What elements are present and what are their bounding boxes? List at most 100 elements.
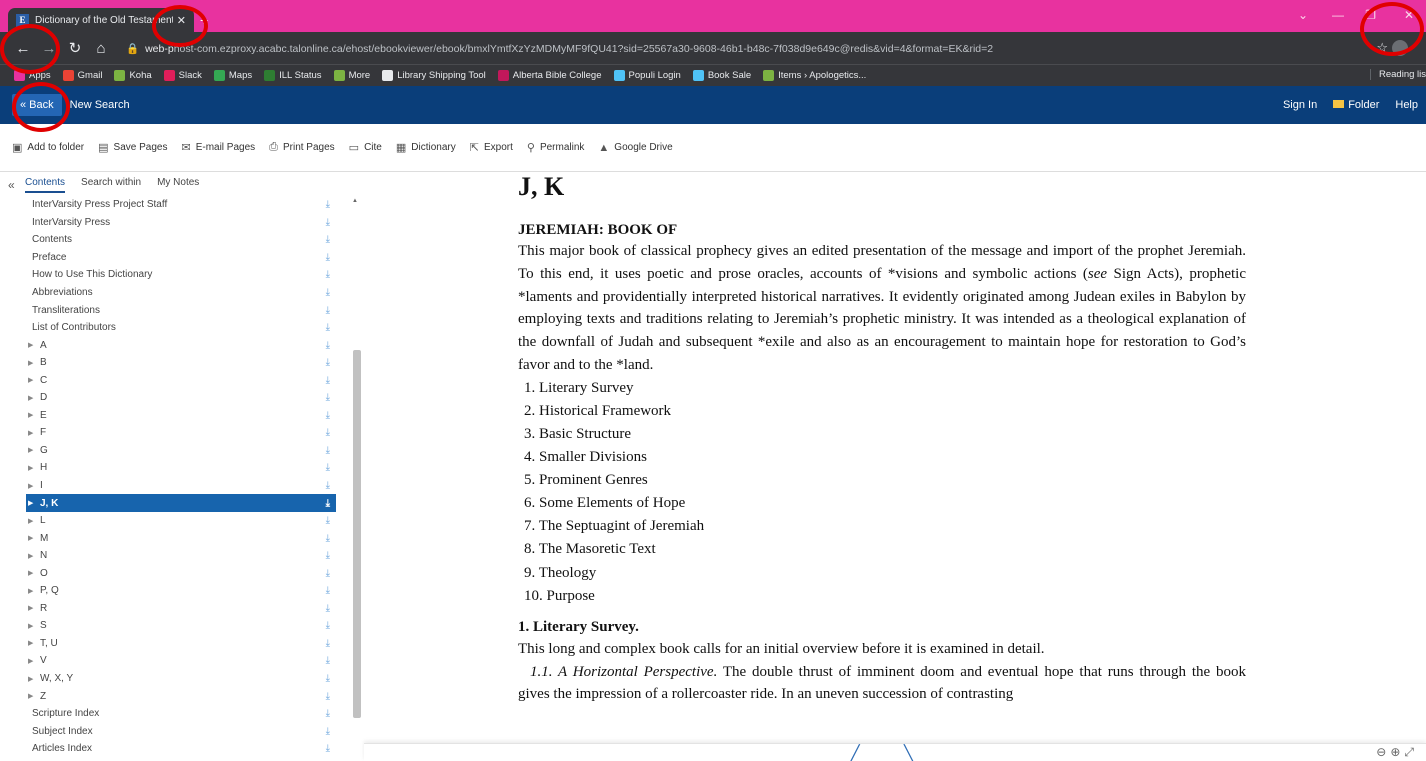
help-link[interactable]: Help <box>1395 99 1418 111</box>
toc-item[interactable]: ▶ A ⤓ <box>26 336 336 354</box>
folder-link[interactable]: Folder <box>1333 99 1379 111</box>
reading-list-button[interactable]: Reading lis <box>1370 69 1426 80</box>
expand-caret-icon[interactable]: ▶ <box>28 341 40 349</box>
toc-item[interactable]: InterVarsity Press Project Staff ⤓ <box>26 196 336 214</box>
toc-item[interactable]: ▶ F ⤓ <box>26 424 336 442</box>
toc-item[interactable]: ▶ O ⤓ <box>26 564 336 582</box>
tool-print-pages[interactable]: ⎙ Print Pages <box>269 141 335 154</box>
download-icon[interactable]: ⤓ <box>326 603 330 614</box>
download-icon[interactable]: ⤓ <box>326 357 330 368</box>
toc-item[interactable]: List of Contributors ⤓ <box>26 319 336 337</box>
toc-item[interactable]: ▶ C ⤓ <box>26 371 336 389</box>
reload-icon[interactable]: ↻ <box>64 39 86 57</box>
bookmark-item[interactable]: Book Sale <box>692 70 751 81</box>
expand-caret-icon[interactable]: ▶ <box>28 569 40 577</box>
download-icon[interactable]: ⤓ <box>326 252 330 263</box>
sign-in-link[interactable]: Sign In <box>1283 99 1317 111</box>
expand-caret-icon[interactable]: ▶ <box>28 394 40 402</box>
bookmark-item[interactable]: Alberta Bible College <box>497 70 602 81</box>
outline-item[interactable]: 5. Prominent Genres <box>524 469 1246 492</box>
bookmark-item[interactable]: Maps <box>213 70 252 81</box>
tab-search-icon[interactable]: ⌄ <box>1298 8 1308 22</box>
expand-caret-icon[interactable]: ▶ <box>28 534 40 542</box>
download-icon[interactable]: ⤓ <box>326 322 330 333</box>
toc-item[interactable]: Scripture Index ⤓ <box>26 705 336 723</box>
toc-item[interactable]: ▶ M ⤓ <box>26 529 336 547</box>
expand-caret-icon[interactable]: ▶ <box>28 675 40 683</box>
tab-search-within[interactable]: Search within <box>81 177 141 193</box>
download-icon[interactable]: ⤓ <box>326 638 330 649</box>
download-icon[interactable]: ⤓ <box>326 655 330 666</box>
download-icon[interactable]: ⤓ <box>326 550 330 561</box>
download-icon[interactable]: ⤓ <box>326 620 330 631</box>
download-icon[interactable]: ⤓ <box>326 427 330 438</box>
expand-caret-icon[interactable]: ▶ <box>28 464 40 472</box>
expand-caret-icon[interactable]: ▶ <box>28 499 40 507</box>
download-icon[interactable]: ⤓ <box>326 568 330 579</box>
tool-save-pages[interactable]: ▤ Save Pages <box>98 141 167 154</box>
download-icon[interactable]: ⤓ <box>326 199 330 210</box>
tool-add-to-folder[interactable]: ▣ Add to folder <box>12 141 84 154</box>
download-icon[interactable]: ⤓ <box>326 691 330 702</box>
download-icon[interactable]: ⤓ <box>326 234 330 245</box>
home-icon[interactable]: ⌂ <box>90 40 112 57</box>
toc-item[interactable]: ▶ W, X, Y ⤓ <box>26 670 336 688</box>
toc-item[interactable]: Transliterations ⤓ <box>26 301 336 319</box>
expand-caret-icon[interactable]: ▶ <box>28 587 40 595</box>
download-icon[interactable]: ⤓ <box>326 515 330 526</box>
download-icon[interactable]: ⤓ <box>326 462 330 473</box>
download-icon[interactable]: ⤓ <box>326 445 330 456</box>
bookmark-item[interactable]: Library Shipping Tool <box>382 70 486 81</box>
toc-item[interactable]: Articles Index ⤓ <box>26 740 336 758</box>
bookmark-item[interactable]: Slack <box>163 70 202 81</box>
expand-caret-icon[interactable]: ▶ <box>28 639 40 647</box>
expand-caret-icon[interactable]: ▶ <box>28 482 40 490</box>
download-icon[interactable]: ⤓ <box>326 392 330 403</box>
toc-item[interactable]: ▶ V ⤓ <box>26 652 336 670</box>
bookmark-item[interactable]: Populi Login <box>613 70 681 81</box>
tool-dictionary[interactable]: ▦ Dictionary <box>396 141 456 154</box>
download-icon[interactable]: ⤓ <box>326 708 330 719</box>
expand-caret-icon[interactable]: ▶ <box>28 622 40 630</box>
toc-item[interactable]: ▶ R ⤓ <box>26 600 336 618</box>
expand-caret-icon[interactable]: ▶ <box>28 657 40 665</box>
expand-caret-icon[interactable]: ▶ <box>28 604 40 612</box>
toc-item[interactable]: ▶ S ⤓ <box>26 617 336 635</box>
download-icon[interactable]: ⤓ <box>326 305 330 316</box>
toc-item[interactable]: How to Use This Dictionary ⤓ <box>26 266 336 284</box>
expand-caret-icon[interactable]: ▶ <box>28 429 40 437</box>
outline-item[interactable]: 4. Smaller Divisions <box>524 446 1246 469</box>
expand-caret-icon[interactable]: ▶ <box>28 517 40 525</box>
download-icon[interactable]: ⤓ <box>326 673 330 684</box>
toc-item[interactable]: Abbreviations ⤓ <box>26 284 336 302</box>
toc-item[interactable]: ▶ B ⤓ <box>26 354 336 372</box>
expand-caret-icon[interactable]: ▶ <box>28 446 40 454</box>
toc-item[interactable]: ▶ H ⤓ <box>26 459 336 477</box>
outline-item[interactable]: 6. Some Elements of Hope <box>524 492 1246 515</box>
outline-item[interactable]: 2. Historical Framework <box>524 400 1246 423</box>
tab-my-notes[interactable]: My Notes <box>157 177 199 193</box>
download-icon[interactable]: ⤓ <box>326 287 330 298</box>
download-icon[interactable]: ⤓ <box>326 217 330 228</box>
previous-page-icon[interactable]: ╱ <box>850 744 860 761</box>
toc-item[interactable]: ▶ L ⤓ <box>26 512 336 530</box>
download-icon[interactable]: ⤓ <box>326 533 330 544</box>
download-icon[interactable]: ⤓ <box>326 340 330 351</box>
toc-item[interactable]: ▶ P, Q ⤓ <box>26 582 336 600</box>
bookmark-item[interactable]: Gmail <box>62 70 102 81</box>
toc-item[interactable]: ▶ J, K ⤓ <box>26 494 336 512</box>
bookmark-item[interactable]: Items › Apologetics... <box>763 70 866 81</box>
minimize-icon[interactable]: — <box>1332 8 1344 22</box>
tool-cite[interactable]: ▭ Cite <box>349 141 382 154</box>
toc-item[interactable]: ▶ E ⤓ <box>26 407 336 425</box>
outline-item[interactable]: 1. Literary Survey <box>524 377 1246 400</box>
tab-contents[interactable]: Contents <box>25 177 66 193</box>
scroll-up-icon[interactable]: ▲ <box>352 198 358 204</box>
expand-caret-icon[interactable]: ▶ <box>28 411 40 419</box>
new-search-link[interactable]: New Search <box>70 99 130 111</box>
address-bar[interactable]: 🔒 web-phost-com.ezproxy.acabc.talonline.c… <box>126 42 993 55</box>
toc-item[interactable]: ▶ Z ⤓ <box>26 687 336 705</box>
zoom-controls[interactable]: ⊖⊕⤢ <box>1376 745 1418 760</box>
outline-item[interactable]: 7. The Septuagint of Jeremiah <box>524 515 1246 538</box>
toc-scrollbar-thumb[interactable] <box>353 350 361 718</box>
